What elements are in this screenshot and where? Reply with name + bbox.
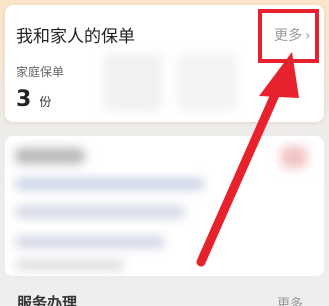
- arrow-head: [259, 52, 299, 98]
- app-screen: 我和家人的保单 更多 › 家庭保单 3份 服务办理 更多: [0, 0, 329, 306]
- annotation-arrow: [196, 52, 299, 267]
- arrow-shaft: [196, 83, 283, 267]
